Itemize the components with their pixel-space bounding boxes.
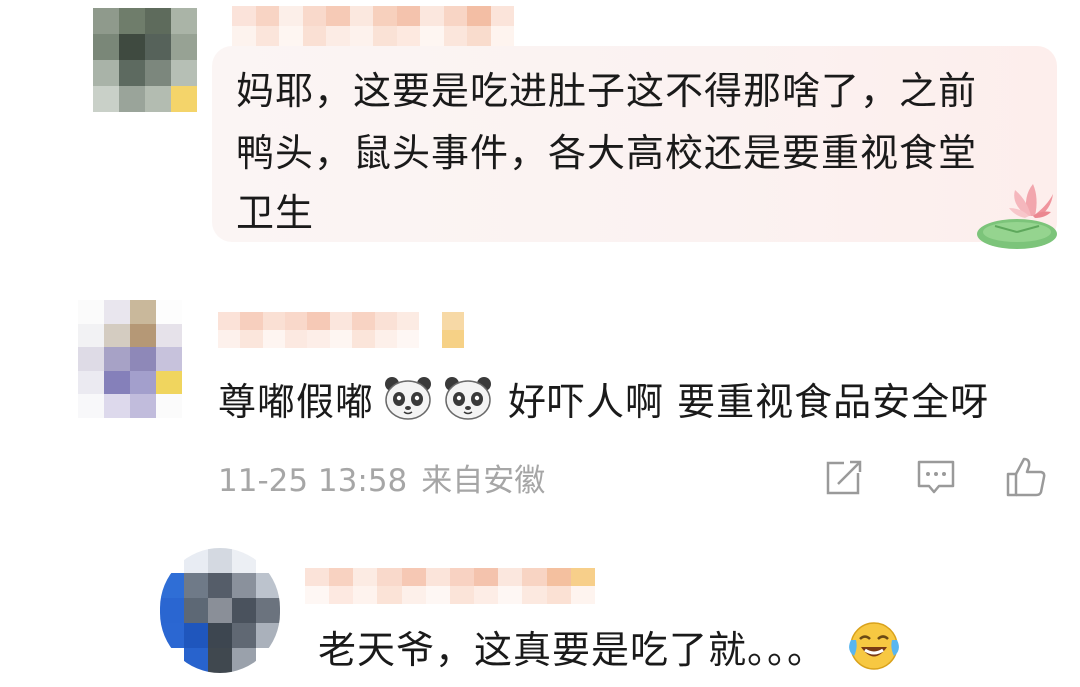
comment-thread: 妈耶，这要是吃进肚子这不得那啥了，之前 鸭头，鼠头事件，各大高校还是要重视食堂 …: [0, 0, 1080, 687]
lotus-bubble-decoration-icon: [977, 184, 1057, 249]
username-blurred[interactable]: [232, 6, 514, 46]
reply-text: 老天爷，这真要是吃了就。。。: [318, 616, 900, 676]
comment-text: 尊嘟假嘟 好吓人啊 要重视食品安全呀: [218, 368, 989, 428]
thumbs-up-icon: [1006, 457, 1046, 497]
comment-text-part: 老天爷，这真要是吃了就。。。: [318, 627, 827, 672]
comment-text-line: 妈耶，这要是吃进肚子这不得那啥了，之前: [236, 69, 978, 113]
comment-icon: [917, 460, 955, 494]
username-blurred[interactable]: [305, 568, 595, 604]
like-button[interactable]: [1002, 453, 1050, 501]
username-blurred[interactable]: [218, 312, 464, 348]
comment-meta: 11-25 13:58 来自安徽: [218, 455, 545, 500]
avatar[interactable]: [78, 300, 182, 418]
avatar[interactable]: [160, 548, 280, 673]
share-button[interactable]: [820, 453, 868, 501]
laughing-crying-icon: [849, 622, 899, 670]
timestamp: 11-25 13:58: [218, 463, 408, 499]
comment-text-line: 鸭头，鼠头事件，各大高校还是要重视食堂: [236, 131, 978, 175]
comment-text-part: 好吓人啊 要重视食品安全呀: [508, 379, 990, 424]
location: 来自安徽: [421, 463, 546, 499]
share-edit-icon: [826, 459, 862, 495]
avatar[interactable]: [93, 8, 197, 112]
panda-face-icon: [385, 377, 432, 420]
panda-face-icon: [445, 377, 492, 420]
reply-button[interactable]: [912, 453, 960, 501]
comment-text-line: 卫生: [236, 191, 315, 235]
comment-text-part: 尊嘟假嘟: [218, 379, 375, 424]
